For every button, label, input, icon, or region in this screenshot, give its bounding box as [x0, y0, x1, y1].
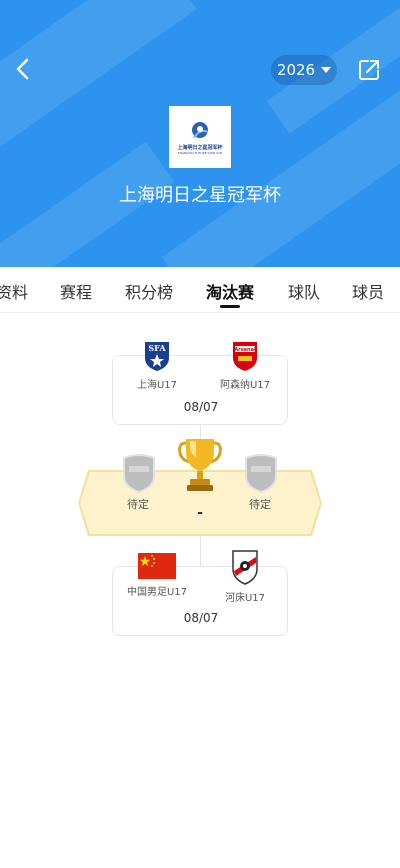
river-plate-crest-icon [232, 550, 258, 585]
logo-text: 上海明日之星冠军杯 [177, 145, 223, 151]
tournament-header: 2026 上海明日之星冠军杯 SHANGHAI FUTURE STAR CUP … [0, 0, 400, 267]
team-name: 中国男足U17 [126, 587, 188, 598]
svg-text:Arsenal: Arsenal [234, 347, 256, 353]
match-date: 08/07 [183, 611, 219, 625]
tab-knockout[interactable]: 淘汰赛 [206, 279, 254, 303]
back-button[interactable] [10, 55, 38, 83]
tab-bar: 资料 赛程 积分榜 淘汰赛 球队 球员 [0, 267, 400, 313]
team-name: 阿森纳U17 [219, 380, 271, 391]
logo-subtext: SHANGHAI FUTURE STAR CUP [177, 151, 223, 155]
soccer-ball-icon [192, 122, 209, 139]
match-date: 08/07 [183, 400, 219, 414]
china-flag-icon [138, 553, 176, 579]
team-home: SFA 上海U17 [113, 340, 201, 391]
tab-info[interactable]: 资料 [0, 279, 28, 303]
team-name: 上海U17 [136, 380, 178, 391]
tournament-title: 上海明日之星冠军杯 [119, 185, 281, 206]
active-tab-indicator [220, 305, 240, 308]
share-icon [359, 60, 379, 80]
chevron-left-icon [16, 58, 29, 80]
final-score: - [197, 505, 203, 521]
season-year: 2026 [276, 61, 316, 79]
tab-teams[interactable]: 球队 [288, 279, 320, 303]
match-card-semifinal-1[interactable]: SFA 上海U17 Arsenal 阿森纳U17 08/07 [112, 342, 288, 425]
share-button[interactable] [356, 57, 382, 83]
final-team-away: 待定 [249, 498, 271, 511]
sfa-crest-icon: SFA [145, 342, 169, 371]
caret-down-icon [321, 67, 332, 73]
tab-standings[interactable]: 积分榜 [125, 279, 173, 303]
final-team-home: 待定 [127, 498, 149, 511]
placeholder-shield-icon [123, 454, 155, 494]
season-selector[interactable]: 2026 [271, 55, 337, 85]
team-away: 河床U17 [201, 549, 289, 604]
team-away: Arsenal 阿森纳U17 [201, 340, 289, 391]
tournament-logo: 上海明日之星冠军杯 SHANGHAI FUTURE STAR CUP [169, 106, 231, 168]
tab-players[interactable]: 球员 [352, 279, 384, 303]
svg-text:SFA: SFA [148, 343, 166, 353]
team-name: 河床U17 [224, 593, 266, 604]
match-card-semifinal-2[interactable]: 中国男足U17 河床U17 08/07 [112, 550, 288, 636]
tab-schedule[interactable]: 赛程 [60, 279, 92, 303]
placeholder-shield-icon [245, 454, 277, 494]
team-home: 中国男足U17 [113, 553, 201, 598]
arsenal-crest-icon: Arsenal [233, 342, 257, 371]
trophy-icon [178, 439, 222, 491]
